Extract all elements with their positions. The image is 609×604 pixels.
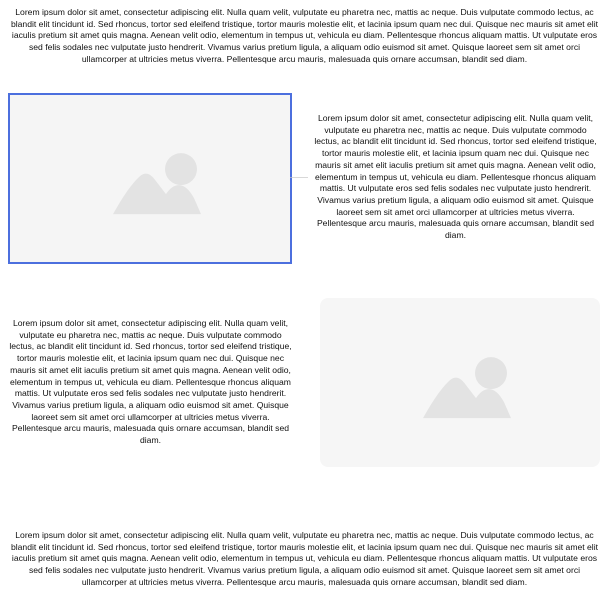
paragraph-left[interactable]: Lorem ipsum dolor sit amet, consectetur … <box>8 318 293 447</box>
editor-canvas[interactable]: Lorem ipsum dolor sit amet, consectetur … <box>0 0 609 604</box>
paragraph-bottom[interactable]: Lorem ipsum dolor sit amet, consectetur … <box>8 530 601 589</box>
selection-connector <box>290 177 308 178</box>
paragraph-top[interactable]: Lorem ipsum dolor sit amet, consectetur … <box>8 7 601 66</box>
image-placeholder-icon <box>113 152 201 214</box>
image-block[interactable] <box>320 298 600 467</box>
image-block-selected[interactable] <box>8 93 292 264</box>
image-placeholder-icon <box>423 356 511 418</box>
paragraph-right[interactable]: Lorem ipsum dolor sit amet, consectetur … <box>312 113 599 242</box>
